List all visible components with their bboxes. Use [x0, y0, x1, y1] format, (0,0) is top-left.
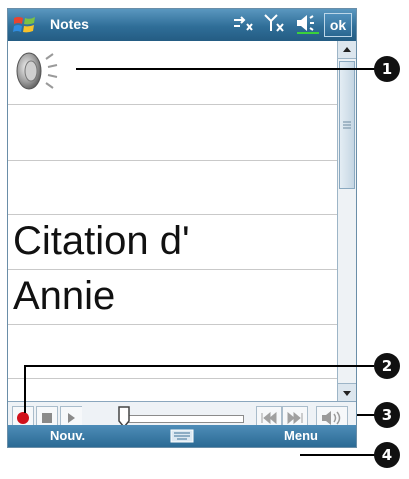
callout-badge-4: 4: [374, 442, 400, 468]
note-line-1: Citation d': [13, 219, 190, 263]
menu-button[interactable]: Menu: [284, 428, 318, 443]
app-title: Notes: [50, 16, 89, 32]
callout-line-4: [300, 454, 375, 456]
callout-badge-2: 2: [374, 353, 400, 379]
callout-badge-3: 3: [374, 402, 400, 428]
title-bar: Notes ok: [8, 9, 356, 41]
speaker-icon[interactable]: [13, 47, 61, 93]
new-menu-button[interactable]: Nouv.: [50, 428, 85, 443]
scroll-thumb[interactable]: [339, 61, 355, 189]
note-editor[interactable]: Citation d' Annie: [8, 41, 338, 401]
vertical-scrollbar[interactable]: [337, 41, 356, 401]
windows-flag-icon[interactable]: [12, 13, 38, 37]
callout-line-2-drop: [24, 365, 26, 413]
callout-line-3: [357, 414, 375, 416]
scroll-up-button[interactable]: [338, 41, 356, 59]
keyboard-icon[interactable]: [170, 429, 194, 443]
sync-icon[interactable]: [231, 14, 253, 36]
note-line-2: Annie: [13, 274, 116, 318]
scroll-down-button[interactable]: [338, 383, 356, 401]
callout-line-1: [76, 68, 376, 70]
signal-icon[interactable]: [263, 13, 285, 37]
menu-bar: Nouv. Menu: [8, 425, 356, 447]
ok-button[interactable]: ok: [324, 13, 352, 37]
callout-line-2: [24, 365, 374, 367]
pocket-pc-screen: Notes ok Citation d' Annie Nouv. Menu: [7, 8, 357, 448]
callout-badge-1: 1: [374, 56, 400, 82]
playback-slider-track[interactable]: [122, 415, 244, 423]
volume-icon[interactable]: [295, 12, 321, 38]
